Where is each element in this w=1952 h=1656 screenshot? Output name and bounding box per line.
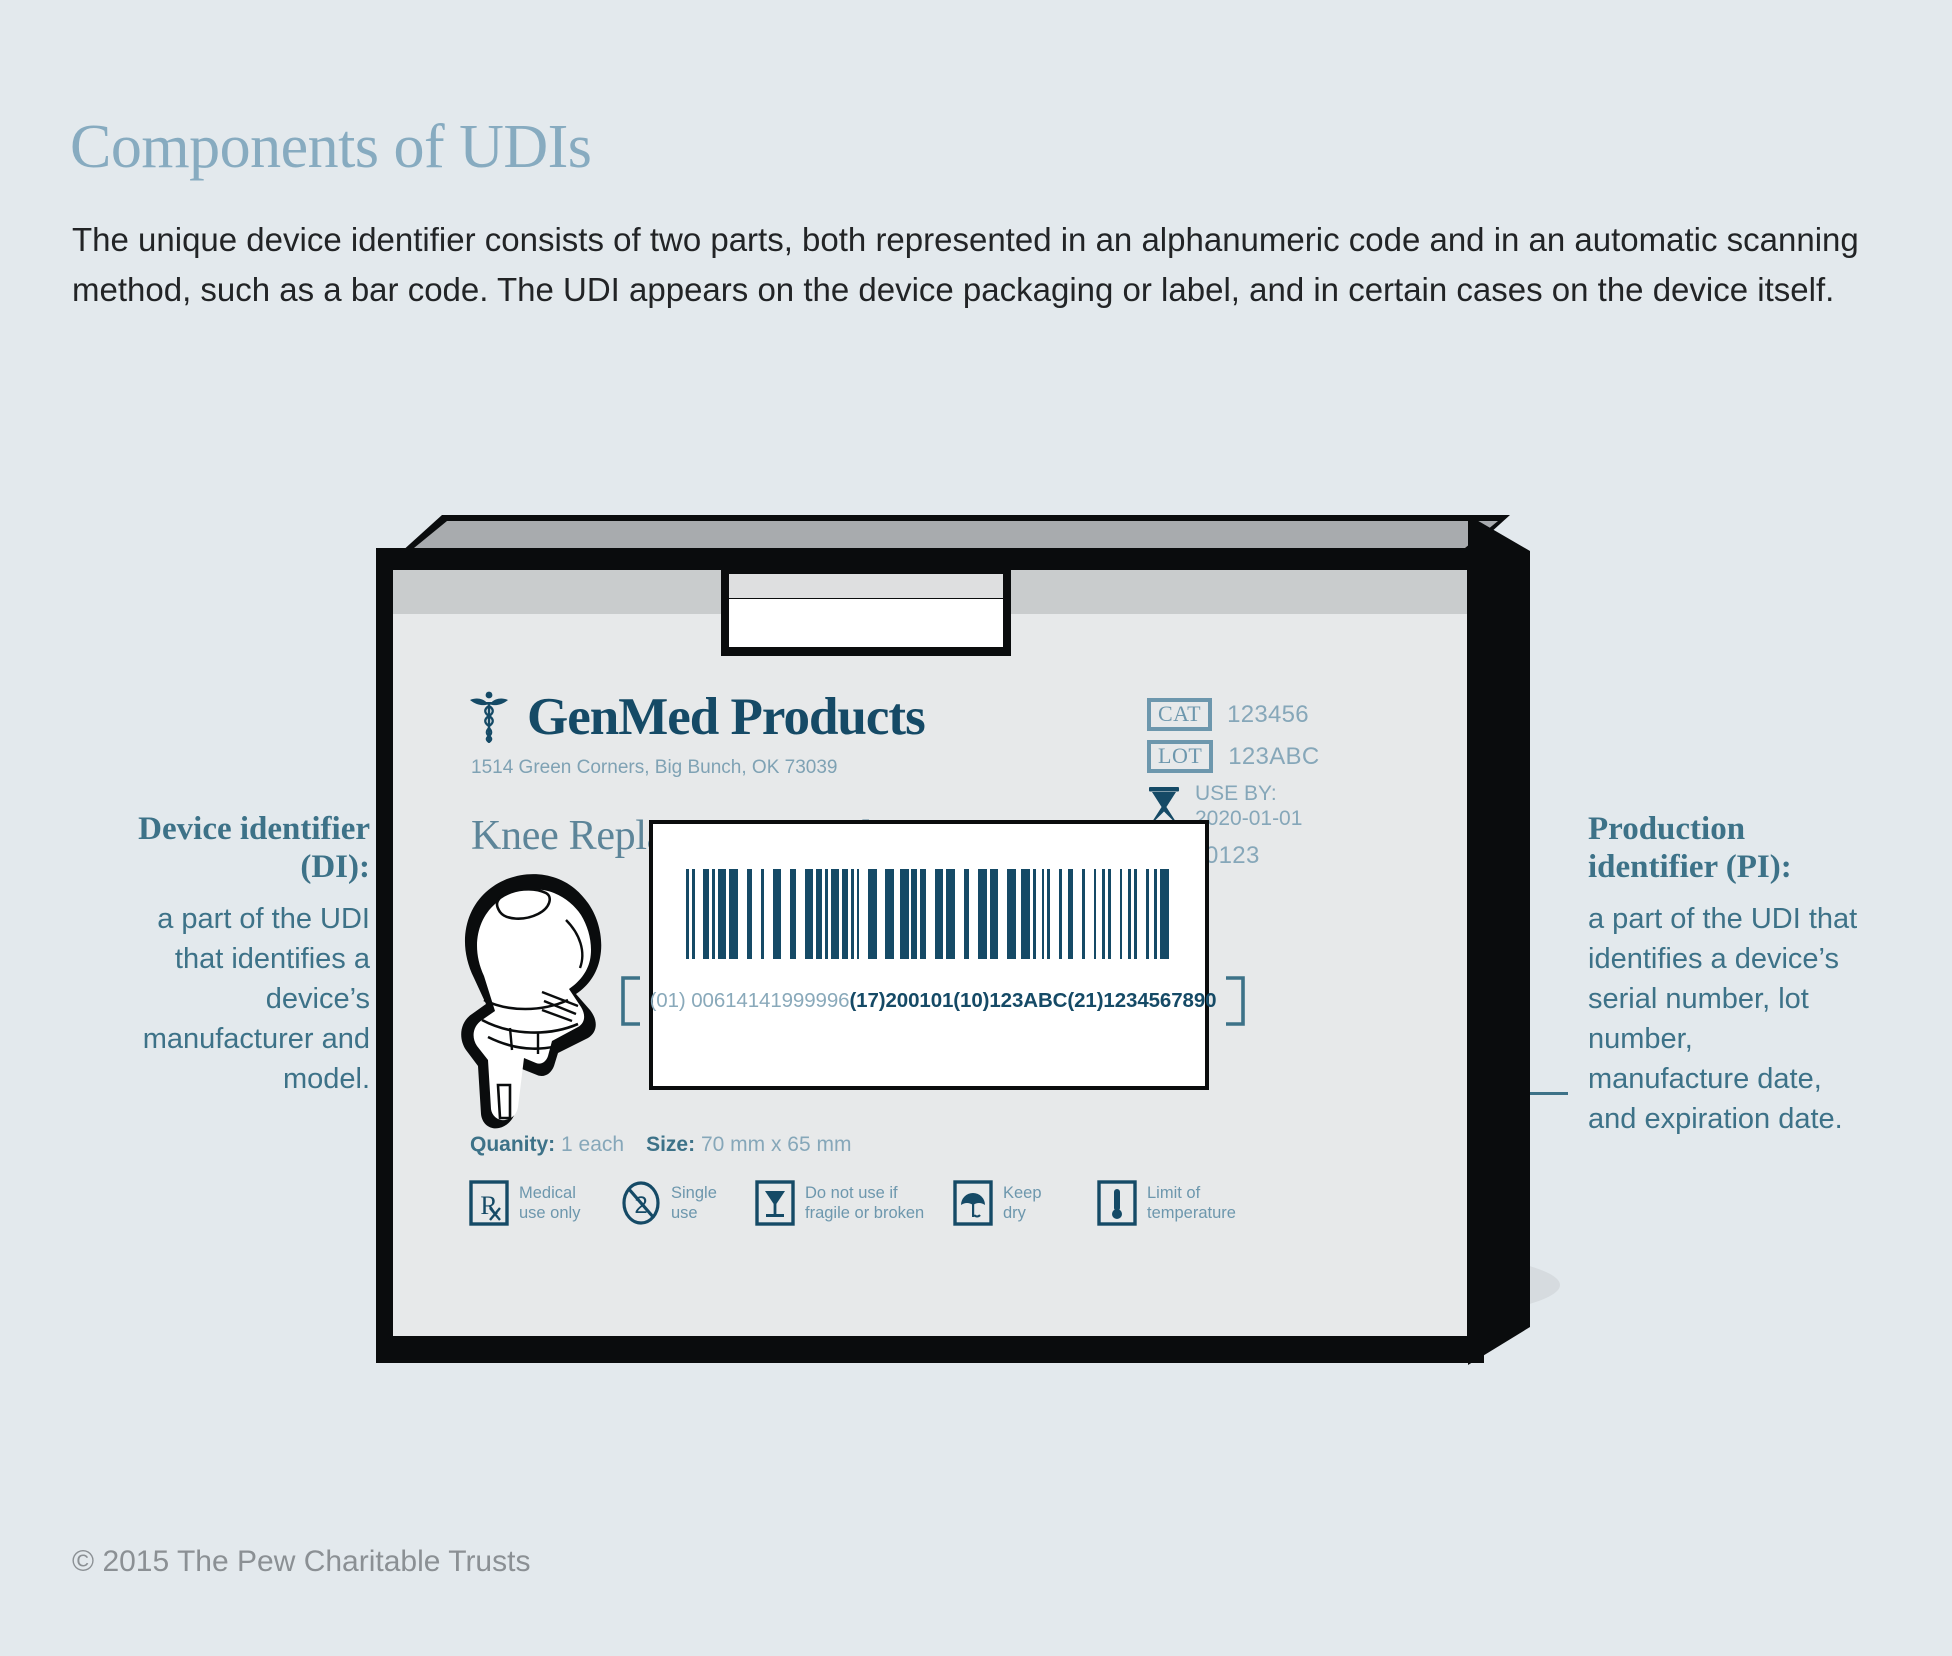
- barcode-bar: [1168, 869, 1172, 959]
- barcode-text-row: (01) 00614141999996(17)200101(10)123ABC(…: [620, 972, 1246, 1030]
- barcode-bar: [998, 869, 1007, 959]
- symbol-label: Do not use if fragile or broken: [805, 1183, 925, 1222]
- symbol-label: Keep dry: [1003, 1183, 1042, 1222]
- udi-code-text: (01) 00614141999996(17)200101(10)123ABC(…: [650, 989, 1217, 1013]
- symbol-label: Medical use only: [519, 1183, 581, 1222]
- use-by-value: USE BY: 2020-01-01: [1195, 782, 1303, 830]
- barcode-bar: [764, 869, 773, 959]
- symbol-single-use: 2 Single use: [621, 1180, 755, 1226]
- symbol-keep-dry: Keep dry: [953, 1180, 1097, 1226]
- barcode-bar: [1073, 869, 1083, 959]
- barcode-bars: [686, 869, 1172, 959]
- box-top-face: [414, 521, 1498, 548]
- page-description: The unique device identifier consists of…: [72, 221, 1859, 309]
- udi-di-text: (01) 00614141999996: [649, 989, 850, 1012]
- package-label: GenMed Products 1514 Green Corners, Big …: [393, 570, 1467, 1336]
- barcode-bar: [925, 869, 935, 959]
- box-front-frame: GenMed Products 1514 Green Corners, Big …: [376, 548, 1484, 1363]
- cat-value: 123456: [1227, 700, 1309, 728]
- quantity-label: Quanity:: [470, 1133, 556, 1156]
- device-package-box: GenMed Products 1514 Green Corners, Big …: [376, 515, 1560, 1395]
- annotation-body: a part of the UDI that identifies a devi…: [142, 902, 370, 1095]
- barcode-bar: [694, 869, 704, 959]
- quantity-value: 1 each: [561, 1133, 625, 1156]
- symbol-label: Single use: [671, 1183, 717, 1222]
- annotation-title: Production identifier (PI):: [1588, 811, 1792, 886]
- symbol-fragile: Do not use if fragile or broken: [755, 1180, 953, 1226]
- thermometer-icon: [1097, 1180, 1137, 1226]
- barcode-panel: (01) 00614141999996(17)200101(10)123ABC(…: [620, 820, 1246, 1090]
- barcode-bar: [752, 869, 762, 959]
- barcode-bar: [729, 869, 739, 959]
- barcode-bar: [868, 869, 877, 959]
- symbol-label: Limit of temperature: [1147, 1183, 1236, 1222]
- barcode-bar: [1084, 869, 1094, 959]
- barcode-bar: [738, 869, 747, 959]
- fragile-icon: [755, 1180, 795, 1226]
- box-tab-upper: [729, 574, 1003, 598]
- symbol-medical-use-only: R Medical use only: [469, 1180, 621, 1226]
- umbrella-icon: [953, 1180, 993, 1226]
- barcode-bar: [899, 869, 909, 959]
- barcode-bar: [934, 869, 944, 959]
- brand-row: GenMed Products: [469, 688, 926, 746]
- barcode-bar: [876, 869, 886, 959]
- size-value: 70 mm x 65 mm: [700, 1133, 852, 1156]
- barcode-bar: [1021, 869, 1030, 959]
- brand-name: GenMed Products: [527, 688, 926, 746]
- barcode-bar: [717, 869, 727, 959]
- cat-badge: CAT: [1147, 698, 1213, 731]
- rx-icon: R: [469, 1180, 509, 1226]
- annotation-device-identifier: Device identifier (DI): a part of the UD…: [120, 810, 370, 1099]
- bracket-right-icon: [1226, 976, 1246, 1026]
- single-use-icon: 2: [622, 1181, 660, 1225]
- code-row-lot: LOT 123ABC: [1147, 740, 1397, 773]
- footer-credit: © 2015 The Pew Charitable Trusts: [72, 1545, 531, 1578]
- barcode-bar: [989, 869, 999, 959]
- label-symbols-row: R Medical use only 2 Single use Do not u…: [469, 1180, 1277, 1226]
- code-row-cat: CAT 123456: [1147, 698, 1397, 731]
- symbol-temperature-limit: Limit of temperature: [1097, 1180, 1277, 1226]
- page-title: Components of UDIs: [70, 113, 592, 181]
- barcode-bar: [1110, 869, 1120, 959]
- knee-implant-illustration: [461, 874, 602, 1129]
- annotation-production-identifier: Production identifier (PI): a part of th…: [1588, 810, 1858, 1139]
- barcode-bar: [885, 869, 895, 959]
- barcode-bar: [969, 869, 978, 959]
- barcode-bar: [772, 869, 782, 959]
- brand-address: 1514 Green Corners, Big Bunch, OK 73039: [471, 757, 838, 778]
- annotation-title: Device identifier (DI):: [138, 811, 370, 886]
- box-top-tab: [721, 568, 1011, 656]
- barcode-bar: [977, 869, 987, 959]
- barcode-bar: [795, 869, 805, 959]
- annotation-body: a part of the UDI that identifies a devi…: [1588, 902, 1858, 1135]
- barcode-bar: [1006, 869, 1016, 959]
- barcode-bar: [954, 869, 964, 959]
- barcode-bar: [1136, 869, 1146, 959]
- udi-pi-text: (17)200101(10)123ABC(21)1234567890: [849, 989, 1217, 1012]
- lot-value: 123ABC: [1228, 742, 1320, 770]
- barcode-bar: [1160, 869, 1169, 959]
- barcode-bar: [781, 869, 791, 959]
- barcode-bar: [830, 869, 840, 959]
- quantity-size-row: Quanity: 1 each Size: 70 mm x 65 mm: [470, 1133, 851, 1157]
- barcode-bar: [946, 869, 955, 959]
- box-tab-white-area: [729, 599, 1003, 647]
- barcode-bar: [1050, 869, 1059, 959]
- barcode-bar: [859, 869, 869, 959]
- bracket-left-icon: [620, 976, 640, 1026]
- caduceus-icon: [470, 691, 508, 743]
- ce-value: 0123: [1205, 841, 1260, 869]
- lot-badge: LOT: [1147, 740, 1214, 773]
- size-label: Size:: [646, 1133, 696, 1156]
- barcode-bar: [804, 869, 814, 959]
